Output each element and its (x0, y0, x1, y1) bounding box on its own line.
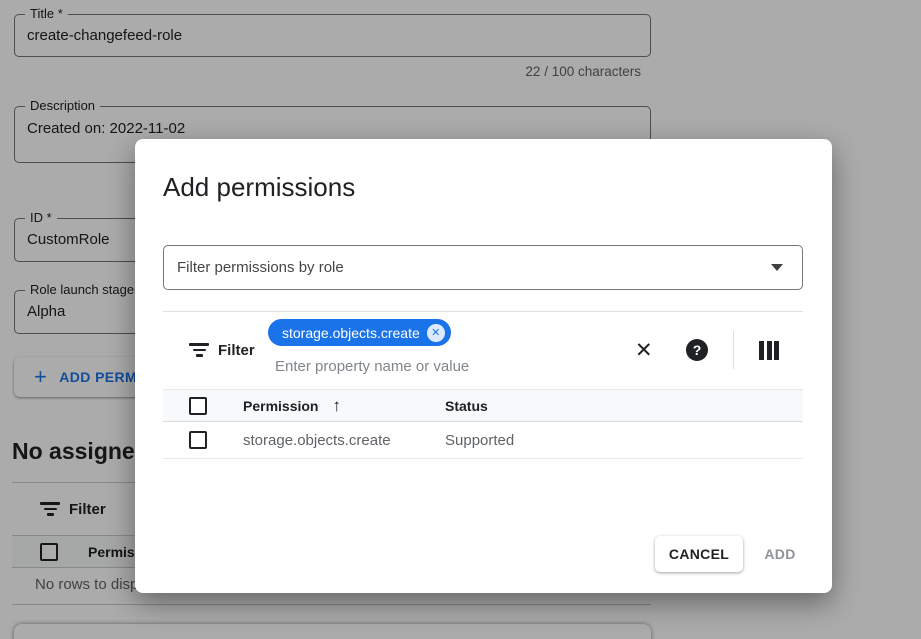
filter-icon (189, 343, 209, 357)
dialog-title: Add permissions (163, 172, 355, 203)
permission-cell: storage.objects.create (243, 432, 445, 449)
sort-ascending-icon: ↑ (332, 396, 341, 416)
permissions-filter-toolbar: Filter storage.objects.create ✕ Enter pr… (163, 311, 803, 389)
clear-filters-button[interactable]: ✕ (635, 338, 653, 363)
screen: Title * create-changefeed-role 22 / 100 … (0, 0, 921, 639)
table-row[interactable]: storage.objects.create Supported (163, 422, 803, 459)
permissions-table-header: Permission ↑ Status (163, 389, 803, 422)
chevron-down-icon (771, 264, 783, 271)
filter-chip[interactable]: storage.objects.create ✕ (268, 319, 451, 346)
permission-column-header[interactable]: Permission (243, 398, 318, 414)
add-button[interactable]: ADD (749, 536, 811, 572)
cancel-button[interactable]: CANCEL (655, 536, 743, 572)
select-all-checkbox[interactable] (189, 397, 207, 415)
filter-label: Filter (218, 342, 255, 359)
row-checkbox[interactable] (189, 431, 207, 449)
permissions-table: Permission ↑ Status storage.objects.crea… (163, 389, 803, 459)
column-display-options-button[interactable] (759, 341, 779, 360)
filter-chip-label: storage.objects.create (282, 325, 420, 341)
add-permissions-dialog: Add permissions Filter permissions by ro… (135, 139, 832, 593)
help-button[interactable]: ? (686, 339, 708, 361)
filter-input[interactable]: Enter property name or value (275, 358, 469, 375)
role-filter-dropdown-value: Filter permissions by role (177, 259, 771, 276)
status-cell: Supported (445, 432, 803, 449)
status-column-header[interactable]: Status (445, 398, 803, 414)
chip-remove-icon[interactable]: ✕ (427, 324, 445, 342)
toolbar-divider (733, 331, 734, 369)
role-filter-dropdown[interactable]: Filter permissions by role (163, 245, 803, 290)
